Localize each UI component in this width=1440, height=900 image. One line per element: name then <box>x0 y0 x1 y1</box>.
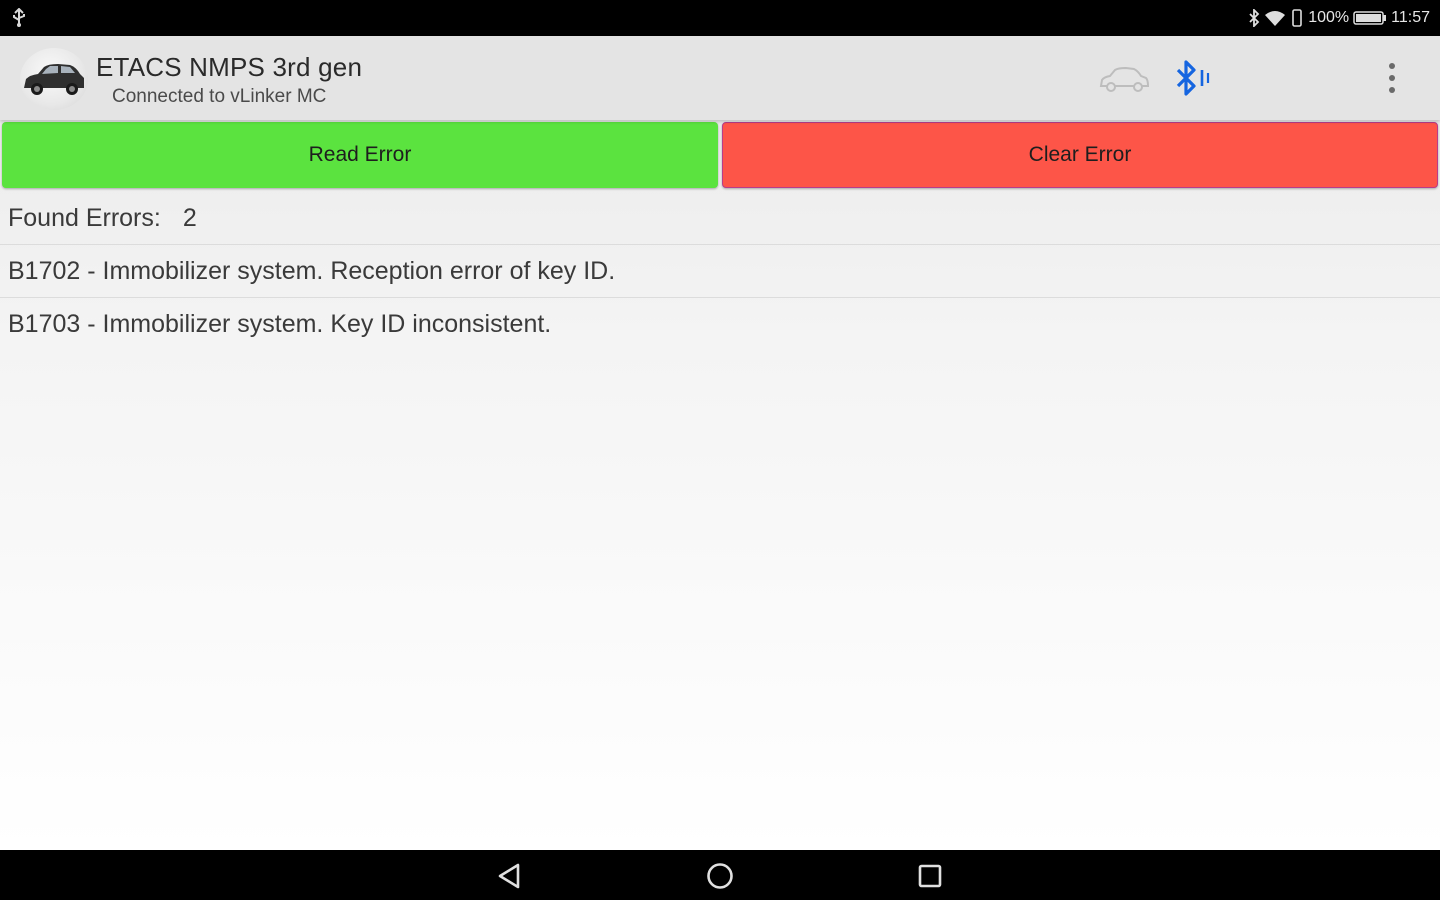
bluetooth-icon <box>1248 9 1260 27</box>
read-error-button[interactable]: Read Error <box>2 122 718 188</box>
car-logo-icon <box>20 48 88 110</box>
vibrate-icon <box>1290 9 1304 27</box>
list-item[interactable]: B1702 - Immobilizer system. Reception er… <box>0 245 1440 298</box>
back-icon[interactable] <box>494 859 528 893</box>
battery-percent: 100% <box>1308 9 1350 26</box>
status-icons: 100% 11:57 <box>1248 0 1430 36</box>
found-errors-label: Found Errors: <box>8 203 161 232</box>
wifi-icon <box>1264 9 1286 27</box>
error-code-text: B1702 - Immobilizer system. Reception er… <box>8 256 616 285</box>
clear-error-button[interactable]: Clear Error <box>722 122 1438 188</box>
found-errors-count: 2 <box>182 203 197 232</box>
found-errors-row: Found Errors: 2 <box>0 192 1440 245</box>
car-outline-icon[interactable] <box>1098 64 1150 96</box>
home-icon[interactable] <box>703 859 737 893</box>
app-title: ETACS NMPS 3rd gen <box>96 52 363 82</box>
navigation-bar <box>0 850 1440 900</box>
connection-status: Connected to vLinker MC <box>112 86 327 107</box>
battery-icon <box>1353 10 1387 26</box>
content-area: Read Error Clear Error Found Errors: 2 B… <box>0 120 1440 850</box>
clock: 11:57 <box>1391 9 1430 26</box>
app-bar: ETACS NMPS 3rd gen Connected to vLinker … <box>0 36 1440 120</box>
error-code-text: B1703 - Immobilizer system. Key ID incon… <box>8 310 552 338</box>
usb-icon <box>10 7 28 28</box>
more-vert-icon[interactable] <box>1380 60 1404 98</box>
status-bar: 100% 11:57 <box>0 0 1440 36</box>
bluetooth-connected-icon[interactable] <box>1172 58 1216 98</box>
recents-icon[interactable] <box>913 859 947 893</box>
list-item[interactable]: B1703 - Immobilizer system. Key ID incon… <box>0 298 1440 351</box>
